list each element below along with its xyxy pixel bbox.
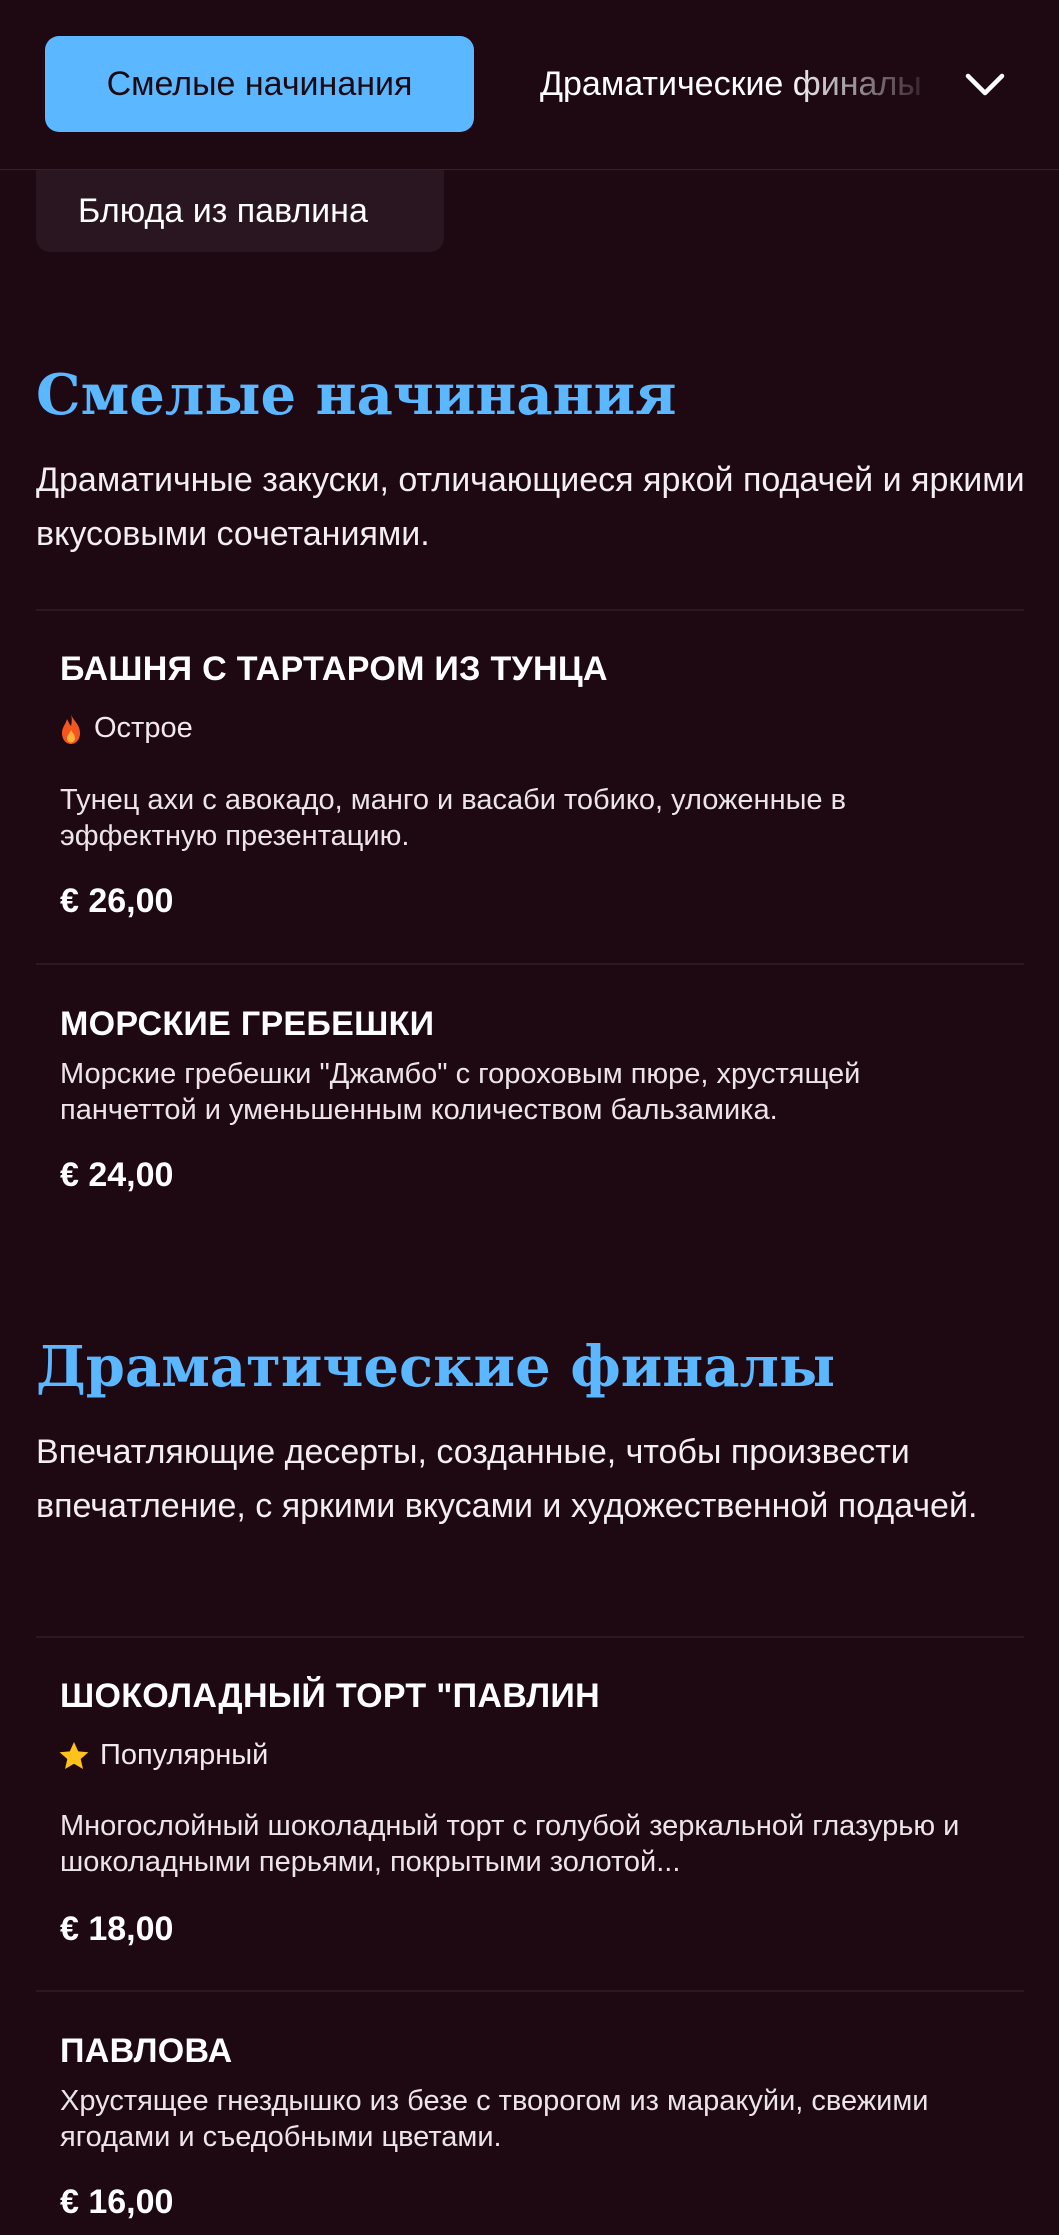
category-tab-bar: Смелые начинания Драматические финалы <box>0 0 1059 170</box>
divider <box>36 1636 1024 1638</box>
item-price: € 18,00 <box>60 1910 174 1948</box>
item-description: Тунец ахи с авокадо, манго и васаби тоби… <box>60 784 847 852</box>
chevron-down-icon[interactable] <box>960 60 1010 110</box>
item-name: ШОКОЛАДНЫЙ ТОРТ "ПАВЛИН <box>60 1677 600 1715</box>
tab-bold-beginnings[interactable]: Смелые начинания <box>45 36 474 132</box>
popular-badge: Популярный <box>58 1739 268 1772</box>
divider <box>36 963 1024 965</box>
tab-label: Смелые начинания <box>106 64 413 103</box>
divider <box>36 609 1024 611</box>
divider <box>36 1990 1024 1992</box>
tab-peacock-dishes[interactable]: Блюда из павлина <box>36 170 444 252</box>
star-icon <box>58 1740 90 1772</box>
item-name: БАШНЯ С ТАРТАРОМ ИЗ ТУНЦА <box>60 650 608 688</box>
spicy-badge: Острое <box>58 712 193 745</box>
flame-icon <box>58 713 84 745</box>
badge-label: Острое <box>94 712 193 744</box>
tab-label: Блюда из павлина <box>78 191 368 230</box>
item-description: Хрустящее гнездышко из безе с творогом и… <box>60 2085 929 2153</box>
section-title: Смелые начинания <box>36 362 677 428</box>
section-description: Драматичные закуски, отличающиеся яркой … <box>36 461 1025 553</box>
item-price: € 24,00 <box>60 1156 174 1194</box>
item-price: € 26,00 <box>60 882 174 920</box>
section-title: Драматические финалы <box>36 1334 836 1400</box>
tab-dramatic-finales[interactable]: Драматические финалы <box>540 36 940 132</box>
item-name: МОРСКИЕ ГРЕБЕШКИ <box>60 1005 435 1043</box>
item-description: Морские гребешки "Джамбо" с гороховым пю… <box>60 1058 861 1126</box>
section-description: Впечатляющие десерты, созданные, чтобы п… <box>36 1433 978 1525</box>
item-price: € 16,00 <box>60 2183 174 2221</box>
badge-label: Популярный <box>100 1739 269 1771</box>
item-name: ПАВЛОВА <box>60 2032 233 2070</box>
item-description: Многослойный шоколадный торт с голубой з… <box>60 1810 960 1878</box>
tab-label: Драматические финалы <box>540 64 922 103</box>
